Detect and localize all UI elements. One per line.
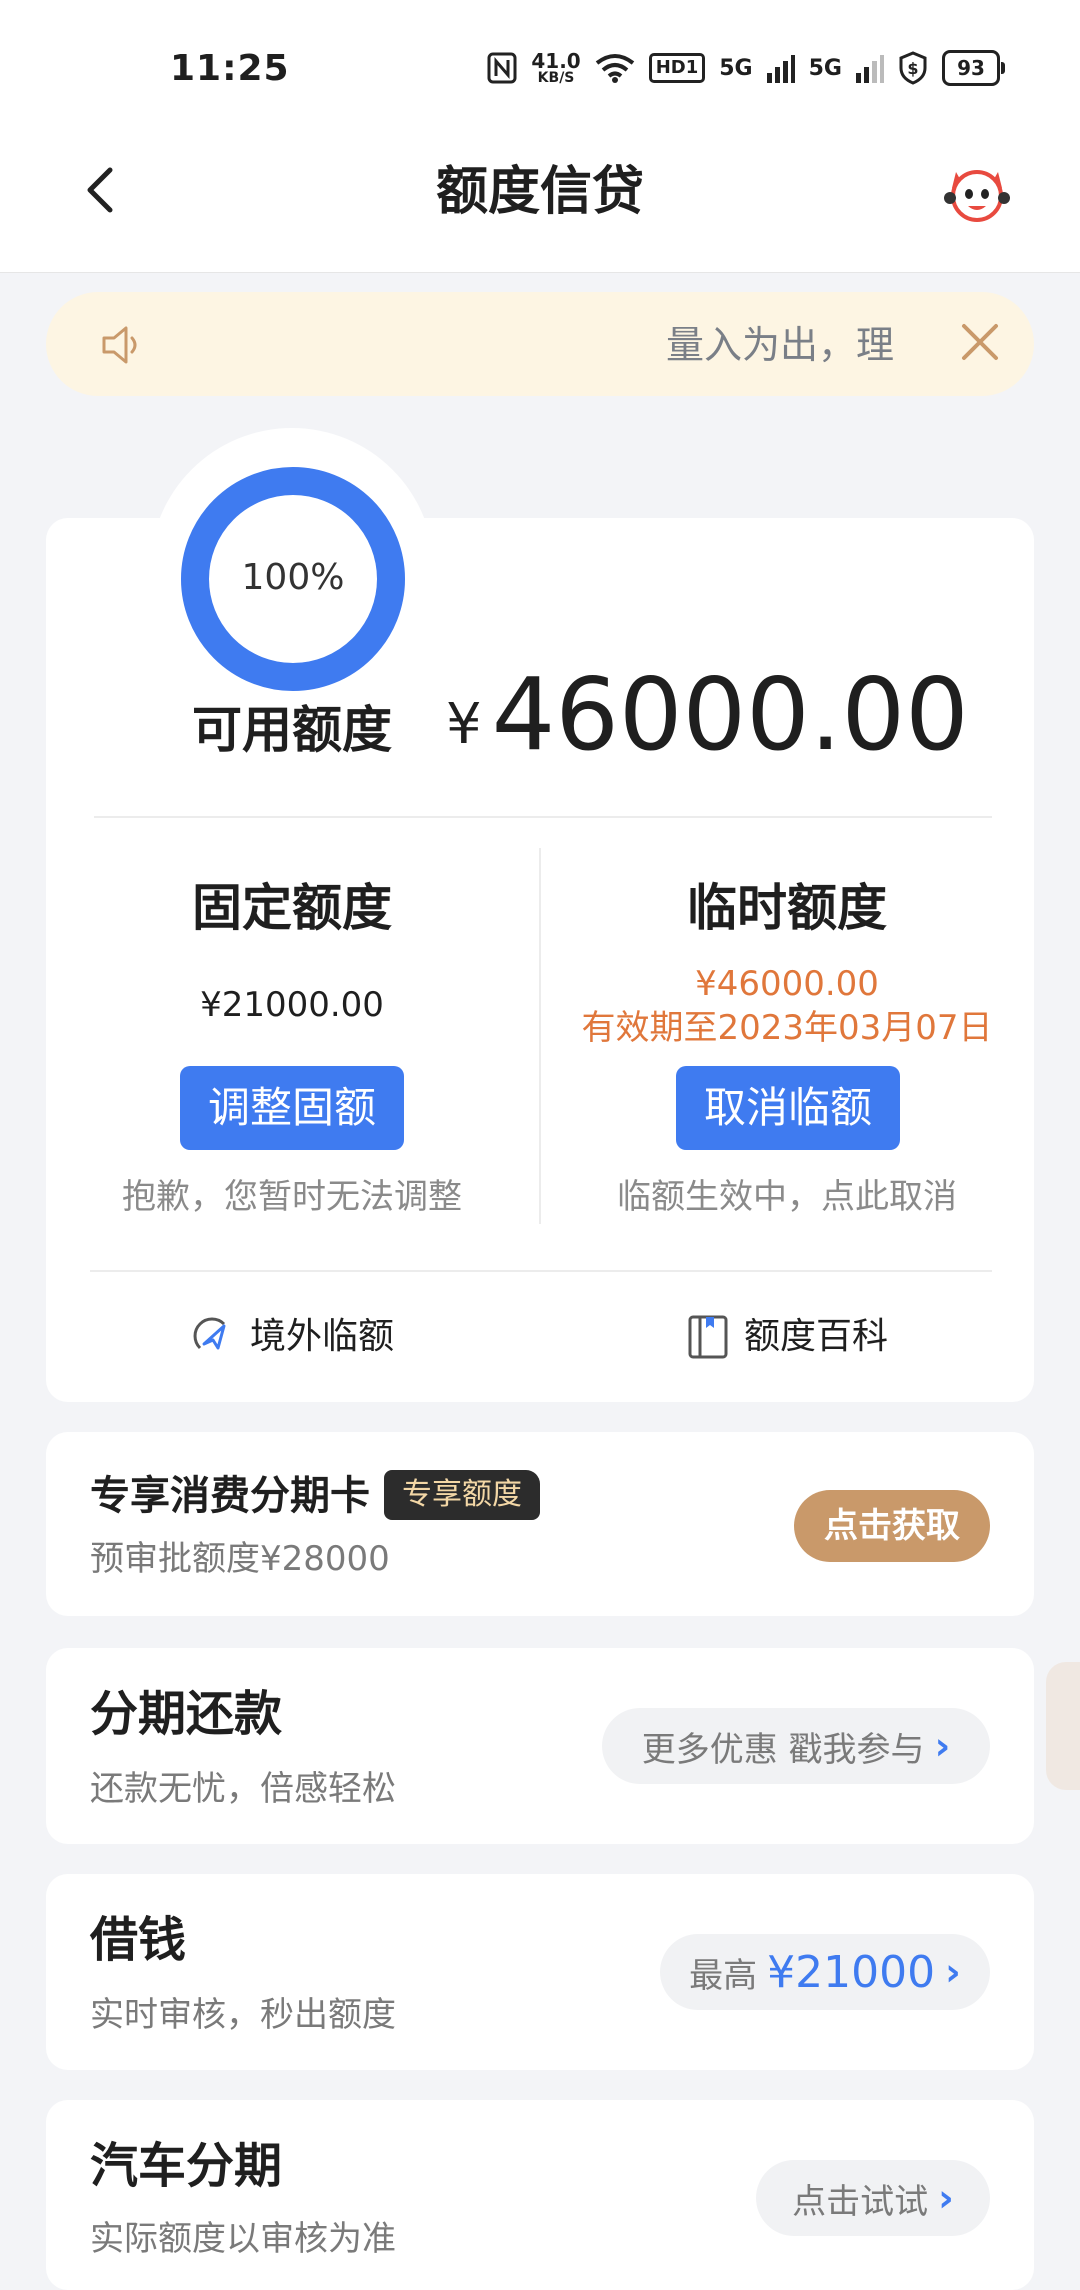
divider [90,1270,992,1272]
signal1-label: 5G [719,55,753,81]
nfc-icon [487,52,517,84]
floating-side-widget[interactable] [1046,1662,1080,1790]
available-amount-value: 46000.00 [491,656,969,773]
get-now-button[interactable]: 点击获取 [794,1490,990,1562]
speed-value: 41.0 [531,49,581,73]
notice-text: 量入为出，理 [666,323,895,367]
fixed-quota-note: 抱歉，您暂时无法调整 [122,1177,462,1217]
list-item-title: 汽车分期 [90,2138,283,2194]
temporary-quota-info: ¥46000.00 有效期至2023年03月07日 [560,962,1014,1050]
battery-level: 93 [957,56,985,80]
hd-badge: HD1 [648,53,706,83]
temporary-quota-note: 临额生效中，点此取消 [617,1177,957,1217]
wifi-icon [595,54,634,83]
list-item-subtitle: 还款无忧，倍感轻松 [90,1769,396,1809]
overseas-temp-quota-link[interactable]: 境外临额 [190,1312,394,1362]
try-text: 点击试试 [792,2181,929,2222]
temporary-quota-amount: ¥46000.00 [695,964,879,1004]
encyclopedia-label: 额度百科 [744,1316,889,1357]
shield-dollar-icon: $ [899,51,927,85]
list-item-subtitle: 实际额度以审核为准 [90,2219,396,2259]
available-label: 可用额度 [192,701,392,759]
list-item-subtitle: 实时审核，秒出额度 [90,1995,396,2035]
close-icon[interactable] [958,320,1002,364]
mascot-service-icon[interactable] [942,158,1012,228]
signal-weak-icon [856,55,884,83]
fixed-quota-title: 固定额度 [192,879,392,937]
book-icon [688,1315,728,1359]
list-item-title: 借钱 [90,1912,187,1968]
temporary-quota-validity: 有效期至2023年03月07日 [581,1008,993,1048]
exclusive-subtitle: 预审批额度¥28000 [90,1539,390,1579]
chevron-right-icon: › [938,2176,954,2220]
overseas-label: 境外临额 [250,1316,395,1357]
battery-icon: 93 [942,50,1005,86]
signal2-label: 5G [808,55,842,81]
promo-text: 更多优惠 戳我参与 [641,1729,925,1770]
status-time: 11:25 [170,48,290,89]
max-prefix: 最高 [689,1955,758,1996]
speed-unit: KB/S [537,70,575,86]
status-icons: 41.0 KB/S HD1 5G 5G $ 93 [487,50,1005,86]
signal-icon [766,55,795,83]
currency-symbol: ¥ [446,692,482,757]
speaker-icon [102,326,137,364]
try-now-pill[interactable]: 点击试试 › [756,2160,990,2236]
exclusive-title: 专享消费分期卡 [90,1473,370,1519]
divider [94,816,992,818]
chevron-right-icon: › [945,1950,961,1994]
cancel-temporary-button[interactable]: 取消临额 [676,1066,900,1150]
column-divider [539,848,541,1224]
chevron-right-icon: › [934,1724,951,1768]
max-amount-pill[interactable]: 最高 ¥21000 › [660,1934,990,2010]
available-amount: ¥46000.00 [446,660,969,780]
fixed-quota-amount: ¥21000.00 [200,985,384,1025]
quota-encyclopedia-link[interactable]: 额度百科 [686,1312,888,1362]
exclusive-tag: 专享额度 [384,1470,540,1520]
temporary-quota-title: 临时额度 [687,879,887,937]
page-title: 额度信贷 [435,162,644,222]
max-amount: ¥21000 [767,1946,936,1998]
svg-text:$: $ [907,59,918,78]
adjust-fixed-button[interactable]: 调整固额 [180,1066,404,1150]
plane-circle-icon [193,1317,226,1350]
list-item-title: 分期还款 [90,1686,283,1742]
ring-percent: 100% [241,557,345,598]
network-speed: 41.0 KB/S [531,51,580,85]
promo-pill[interactable]: 更多优惠 戳我参与 › [602,1708,990,1784]
